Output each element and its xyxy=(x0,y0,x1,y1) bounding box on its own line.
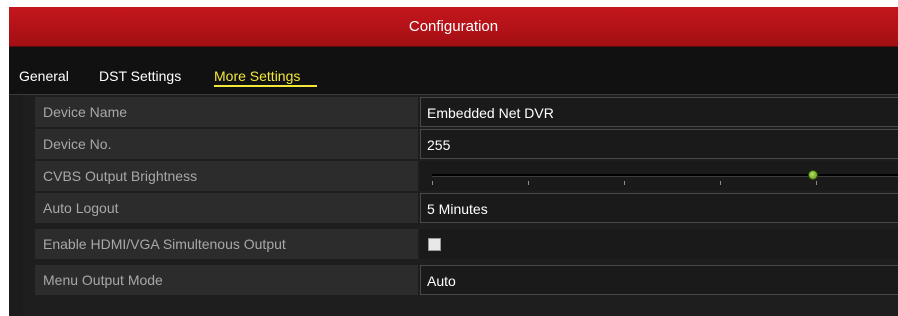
settings-panel: Device Name Embedded Net DVR Device No. … xyxy=(23,95,898,316)
row-device-name: Device Name Embedded Net DVR xyxy=(35,97,898,127)
slider-tick xyxy=(816,181,817,185)
tab-bar: General DST Settings More Settings xyxy=(9,47,898,95)
device-name-label: Device Name xyxy=(35,97,418,127)
active-tab-underline xyxy=(214,85,317,87)
cvbs-brightness-slider[interactable] xyxy=(420,161,898,191)
auto-logout-label: Auto Logout xyxy=(35,193,418,223)
device-no-field[interactable]: 255 xyxy=(420,129,898,159)
device-no-label: Device No. xyxy=(35,129,418,159)
window-title: Configuration xyxy=(408,18,499,35)
tab-more-settings[interactable]: More Settings xyxy=(214,68,300,84)
row-menu-output-mode: Menu Output Mode Auto xyxy=(35,265,898,295)
configuration-window: Configuration General DST Settings More … xyxy=(9,7,898,316)
auto-logout-select[interactable]: 5 Minutes xyxy=(420,193,898,223)
row-device-no: Device No. 255 xyxy=(35,129,898,159)
row-cvbs-brightness: CVBS Output Brightness xyxy=(35,161,898,191)
row-auto-logout: Auto Logout 5 Minutes xyxy=(35,193,898,223)
cvbs-brightness-label: CVBS Output Brightness xyxy=(35,161,418,191)
hdmi-vga-output-cell xyxy=(420,229,898,259)
hdmi-vga-output-label: Enable HDMI/VGA Simultenous Output xyxy=(35,229,418,259)
menu-output-mode-label: Menu Output Mode xyxy=(35,265,418,295)
slider-knob[interactable] xyxy=(807,170,818,180)
menu-output-mode-select[interactable]: Auto xyxy=(420,265,898,295)
title-bar: Configuration xyxy=(9,7,898,47)
row-hdmi-vga-output: Enable HDMI/VGA Simultenous Output xyxy=(35,229,898,259)
device-name-field[interactable]: Embedded Net DVR xyxy=(420,97,898,127)
slider-tick xyxy=(528,181,529,185)
hdmi-vga-output-checkbox[interactable] xyxy=(428,238,441,251)
slider-tick xyxy=(624,181,625,185)
slider-tick xyxy=(720,181,721,185)
slider-tick xyxy=(432,181,433,185)
tab-general[interactable]: General xyxy=(19,68,69,84)
slider-track xyxy=(432,174,898,177)
tab-dst-settings[interactable]: DST Settings xyxy=(99,68,181,84)
